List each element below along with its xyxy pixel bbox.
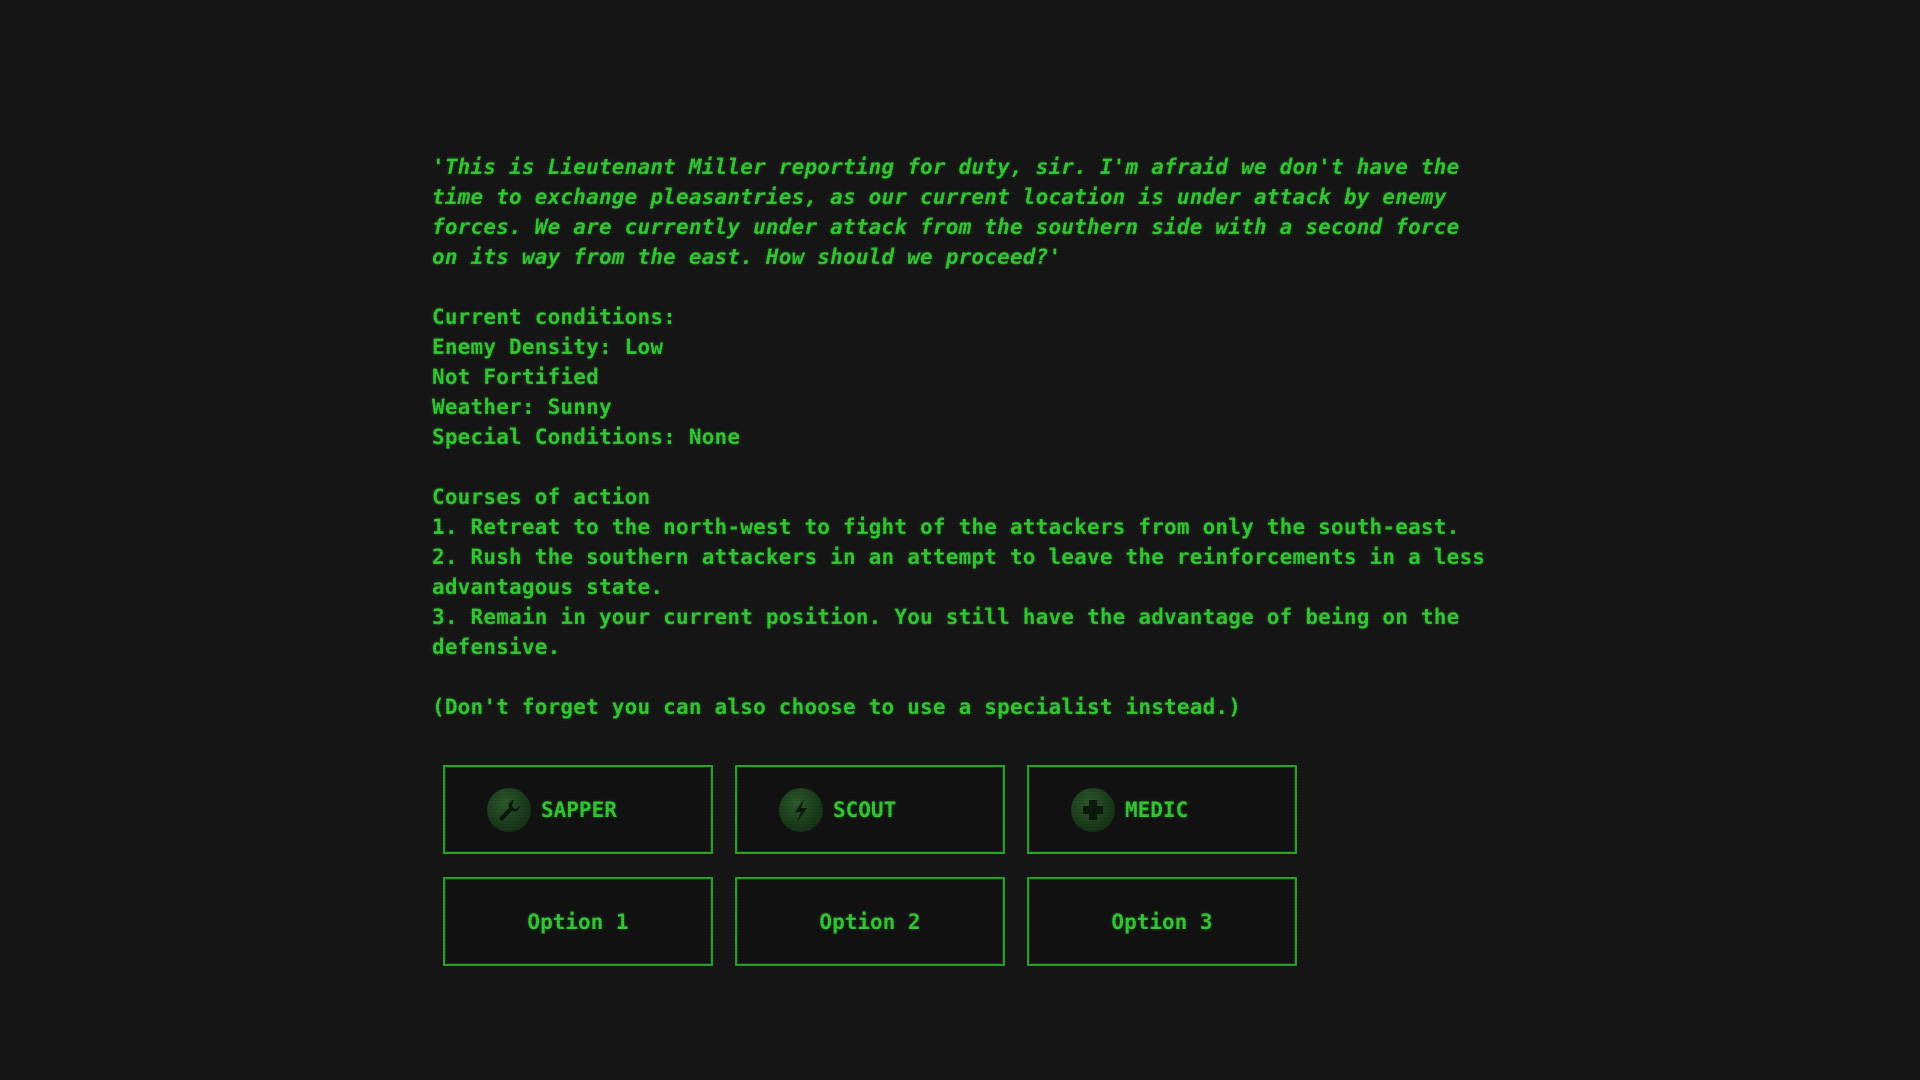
conditions-heading: Current conditions: [432, 305, 677, 329]
sapper-label: SAPPER [541, 797, 617, 822]
course-item: 2. Rush the southern attackers in an att… [432, 545, 1486, 599]
option-1-button[interactable]: Option 1 [443, 877, 713, 966]
option-3-label: Option 3 [1111, 909, 1213, 934]
medic-button[interactable]: MEDIC [1027, 765, 1297, 854]
scout-label: SCOUT [833, 797, 897, 822]
course-item: 1. Retreat to the north-west to fight of… [432, 515, 1460, 539]
condition-line: Not Fortified [432, 365, 599, 389]
courses-of-action: Courses of action 1. Retreat to the nort… [432, 482, 1492, 662]
option-2-label: Option 2 [819, 909, 921, 934]
course-item: 3. Remain in your current position. You … [432, 605, 1460, 659]
condition-line: Special Conditions: None [432, 425, 741, 449]
lightning-icon [779, 787, 823, 832]
wrench-icon [487, 787, 531, 832]
terminal-text: 'This is Lieutenant Miller reporting for… [432, 152, 1492, 722]
scout-button[interactable]: SCOUT [735, 765, 1005, 854]
condition-line: Enemy Density: Low [432, 335, 664, 359]
option-2-button[interactable]: Option 2 [735, 877, 1005, 966]
officer-quote: 'This is Lieutenant Miller reporting for… [432, 155, 1460, 269]
specialist-reminder: (Don't forget you can also choose to use… [432, 695, 1242, 719]
medic-label: MEDIC [1125, 797, 1189, 822]
sapper-button[interactable]: SAPPER [443, 765, 713, 854]
option-1-label: Option 1 [527, 909, 629, 934]
cross-icon [1071, 787, 1115, 832]
action-buttons: SAPPER SCOUT MEDIC Option 1 Option 2 Opt… [443, 765, 1297, 966]
condition-line: Weather: Sunny [432, 395, 612, 419]
current-conditions: Current conditions: Enemy Density: Low N… [432, 302, 1492, 452]
option-3-button[interactable]: Option 3 [1027, 877, 1297, 966]
courses-heading: Courses of action [432, 485, 651, 509]
